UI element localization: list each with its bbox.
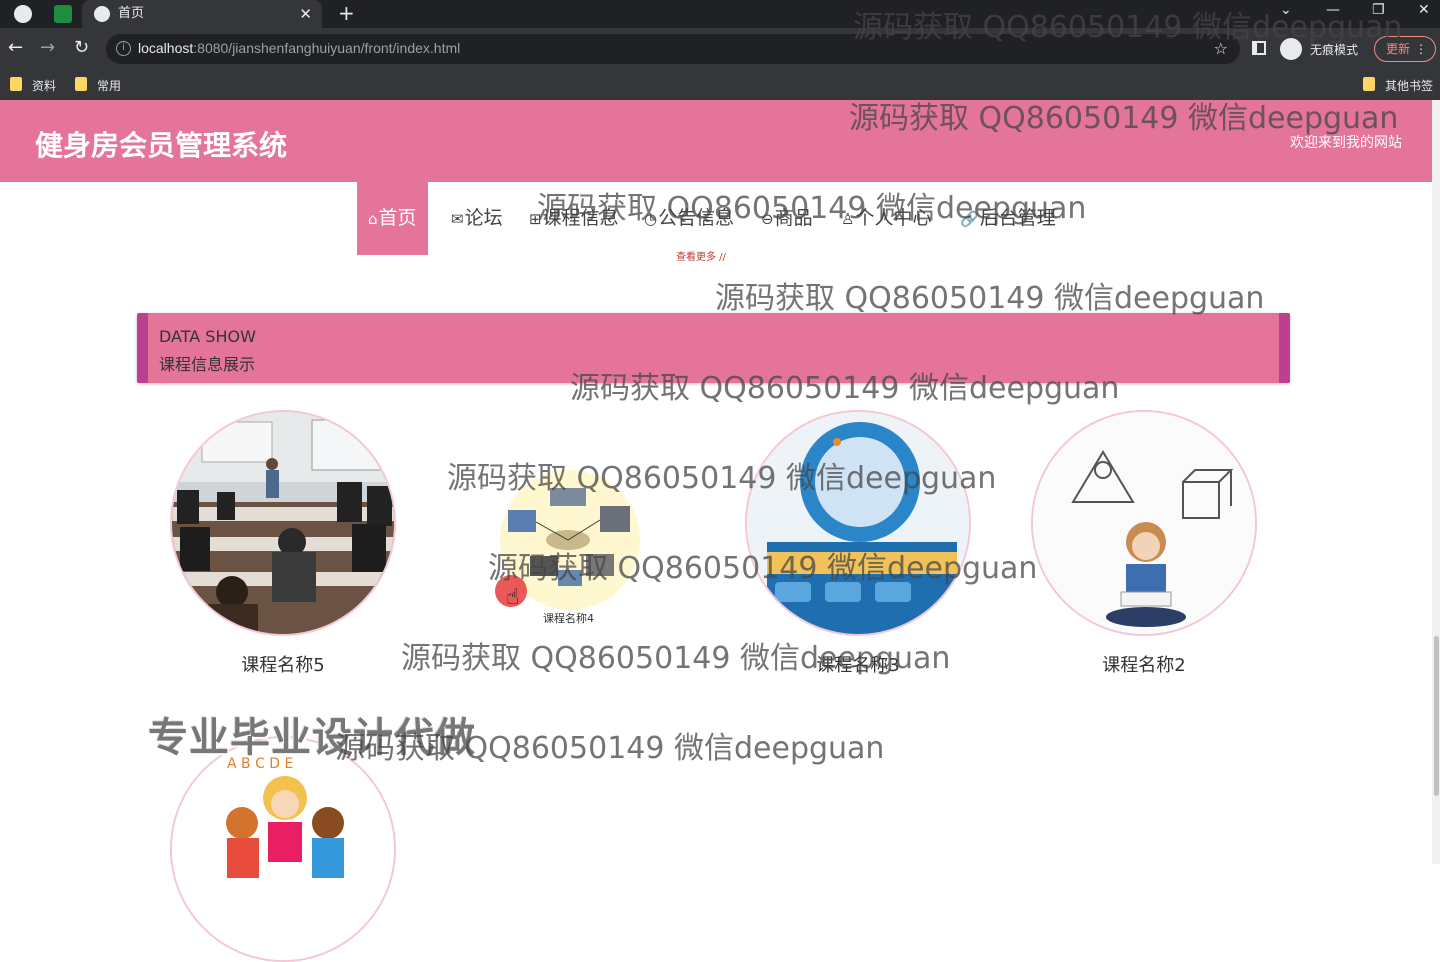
home-icon: ⌂	[368, 210, 378, 228]
section-title-en: DATA SHOW	[159, 327, 256, 346]
kids-cartoon-image: A B C D E	[172, 738, 394, 960]
browser-globe-icon[interactable]	[14, 5, 32, 23]
watermark: 源码获取 QQ86050149 微信deepguan	[335, 731, 885, 766]
close-icon[interactable]: ✕	[299, 0, 312, 28]
reload-button[interactable]: ↻	[74, 37, 89, 58]
tab-search-icon[interactable]	[54, 5, 72, 23]
nav-item-forum[interactable]: ✉论坛	[451, 182, 503, 255]
course-image-2[interactable]	[1031, 410, 1257, 636]
watermark: 源码获取 QQ86050149 微信deepguan	[570, 371, 1120, 406]
watermark: 源码获取 QQ86050149 微信deepguan	[488, 551, 1038, 586]
watermark: 源码获取 QQ86050149 微信deepguan	[447, 461, 997, 496]
section-title-cn: 课程信息展示	[159, 355, 256, 374]
url-text[interactable]: localhost:8080/jianshenfanghuiyuan/front…	[138, 40, 460, 56]
watermark: 源码获取 QQ86050149 微信deepguan	[849, 101, 1399, 136]
study-girl-image	[1033, 412, 1255, 634]
tab-home[interactable]: 首页 ✕	[82, 0, 322, 28]
course-name-5[interactable]: 课程名称5	[220, 651, 346, 677]
folder-icon	[75, 77, 87, 91]
scrollbar-thumb[interactable]	[1434, 636, 1439, 796]
folder-icon	[10, 77, 22, 91]
new-tab-button[interactable]: +	[338, 0, 355, 26]
tab-title: 首页	[118, 6, 145, 21]
course-image-3[interactable]	[745, 410, 971, 636]
info-icon[interactable]: i	[116, 41, 131, 56]
watermark: 源码获取 QQ86050149 微信deepguan	[401, 641, 951, 676]
nav-item-home[interactable]: ⌂首页	[357, 182, 428, 255]
watermark: 源码获取 QQ86050149 微信deepguan	[537, 191, 1087, 226]
course-image-1[interactable]: A B C D E	[170, 736, 396, 962]
view-more-link[interactable]: 查看更多 //	[676, 248, 726, 263]
watermark: 源码获取 QQ86050149 微信deepguan	[715, 281, 1265, 316]
hand-cursor-icon: ☝	[506, 585, 520, 610]
bookmark-folder-changyong[interactable]: 常用	[75, 77, 121, 94]
classroom-image	[172, 412, 394, 634]
course-image-5[interactable]	[170, 410, 396, 636]
nav-label: 首页	[378, 207, 417, 229]
course-name-4[interactable]: 课程名称4	[543, 610, 594, 626]
close-window-button[interactable]: ✕	[1418, 2, 1430, 18]
forward-button[interactable]: →	[40, 37, 55, 58]
book-cover-image	[747, 412, 969, 634]
url-host: localhost	[138, 40, 194, 56]
other-bookmarks[interactable]: 其他书签	[1363, 77, 1433, 94]
menu-dots-icon[interactable]: ⋮	[1415, 37, 1427, 61]
watermark: 源码获取 QQ86050149 微信deepguan	[853, 10, 1403, 45]
site-title: 健身房会员管理系统	[35, 129, 288, 162]
folder-icon	[1363, 77, 1375, 91]
bookmark-label: 常用	[97, 79, 122, 93]
nav-label: 论坛	[464, 207, 503, 229]
other-bookmarks-label: 其他书签	[1385, 79, 1434, 93]
course-name-2[interactable]: 课程名称2	[1081, 651, 1207, 677]
bookmark-label: 资料	[32, 79, 57, 93]
mail-icon: ✉	[451, 210, 464, 228]
bookmark-folder-ziliao[interactable]: 资料	[10, 77, 56, 94]
globe-icon	[94, 6, 110, 22]
url-path: :8080/jianshenfanghuiyuan/front/index.ht…	[193, 40, 461, 56]
back-button[interactable]: ←	[8, 37, 23, 58]
